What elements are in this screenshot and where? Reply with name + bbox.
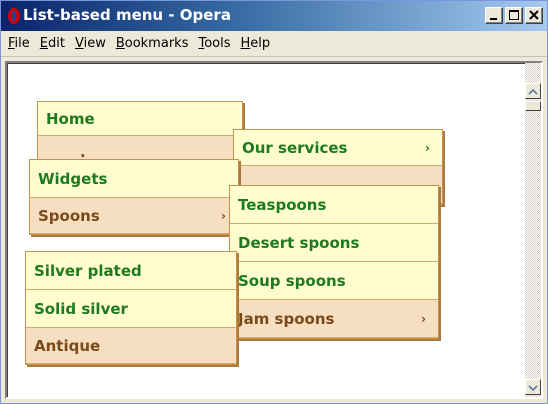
browser-window: List-based menu - Opera File Edit View B… [0,0,548,404]
menu-help[interactable]: Help [236,36,276,51]
minimize-button[interactable] [485,7,503,24]
scroll-down-button[interactable] [525,379,541,395]
products-menu: Widgets Spoons › [29,159,239,235]
menu-item-antique[interactable]: Antique [26,328,236,364]
menu-view[interactable]: View [70,36,111,51]
close-button[interactable] [525,7,543,24]
menu-item-soup-spoons[interactable]: Soup spoons [230,262,438,300]
menu-item-label: Silver plated [34,261,142,280]
page-viewport: Home . Our services › . Widgets Spoons › [5,61,543,399]
menu-item-label: Our services [242,138,348,157]
menu-item-label: Desert spoons [238,233,360,252]
menu-item-label: Spoons [38,206,100,225]
opera-logo-icon [7,7,21,25]
menu-item-label: Widgets [38,169,108,188]
submenu-arrow-icon: › [421,311,426,326]
menu-item-our-services[interactable]: Our services › [234,130,442,166]
spoons-submenu: Teaspoons Desert spoons Soup spoons Jam … [229,185,439,339]
menu-tools[interactable]: Tools [193,36,235,51]
scroll-up-button[interactable] [525,83,541,99]
title-bar[interactable]: List-based menu - Opera [1,1,547,31]
menu-item-jam-spoons[interactable]: Jam spoons › [230,300,438,338]
menu-item-label: Jam spoons [238,309,335,328]
submenu-arrow-icon: › [425,140,430,155]
menu-item-silver-plated[interactable]: Silver plated [26,252,236,290]
window-title: List-based menu - Opera [23,6,231,24]
submenu-arrow-icon: › [221,208,226,223]
menu-bar: File Edit View Bookmarks Tools Help [1,31,547,57]
menu-item-home[interactable]: Home [38,102,242,136]
menu-item-teaspoons[interactable]: Teaspoons [230,186,438,224]
menu-file[interactable]: File [3,36,35,51]
window-controls [485,7,543,24]
menu-item-widgets[interactable]: Widgets [30,160,238,198]
menu-item-spoons[interactable]: Spoons › [30,198,238,234]
menu-item-label: Solid silver [34,299,128,318]
finish-submenu: Silver plated Solid silver Antique [25,251,237,365]
menu-item-solid-silver[interactable]: Solid silver [26,290,236,328]
maximize-button[interactable] [505,7,523,24]
menu-item-label: Antique [34,336,101,355]
menu-item-label: . [80,142,86,161]
menu-item-label: Teaspoons [238,195,327,214]
menu-item-label: Soup spoons [238,271,346,290]
menu-bookmarks[interactable]: Bookmarks [111,36,194,51]
scroll-thumb[interactable] [525,101,541,111]
menu-edit[interactable]: Edit [35,36,70,51]
menu-item-desert-spoons[interactable]: Desert spoons [230,224,438,262]
menu-item-label: Home [46,109,95,128]
vertical-scrollbar[interactable] [525,63,541,397]
